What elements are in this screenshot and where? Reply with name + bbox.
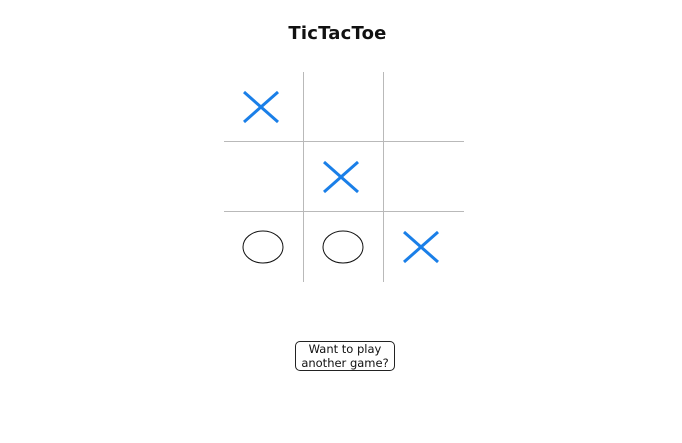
board-cell-r1-c2[interactable] <box>304 72 384 142</box>
board-cell-r1-c3[interactable] <box>384 72 464 142</box>
board-cell-r2-c2[interactable] <box>304 142 384 212</box>
o-mark-icon <box>242 230 284 264</box>
o-mark-icon <box>322 230 364 264</box>
x-mark-icon <box>243 90 279 124</box>
play-again-label-line-2: another game? <box>301 356 389 370</box>
play-again-label-line-1: Want to play <box>308 342 382 356</box>
board-cell-r2-c3[interactable] <box>384 142 464 212</box>
x-mark-icon <box>323 160 359 194</box>
tictactoe-board <box>224 72 464 282</box>
play-again-button[interactable]: Want to play another game? <box>295 341 395 371</box>
board-cell-r2-c1[interactable] <box>224 142 304 212</box>
board-cell-r3-c1[interactable] <box>224 212 304 282</box>
board-cell-r3-c3[interactable] <box>384 212 464 282</box>
board-cell-r1-c1[interactable] <box>224 72 304 142</box>
x-mark-icon <box>403 230 439 264</box>
game-title: TicTacToe <box>288 23 387 44</box>
board-cell-r3-c2[interactable] <box>304 212 384 282</box>
